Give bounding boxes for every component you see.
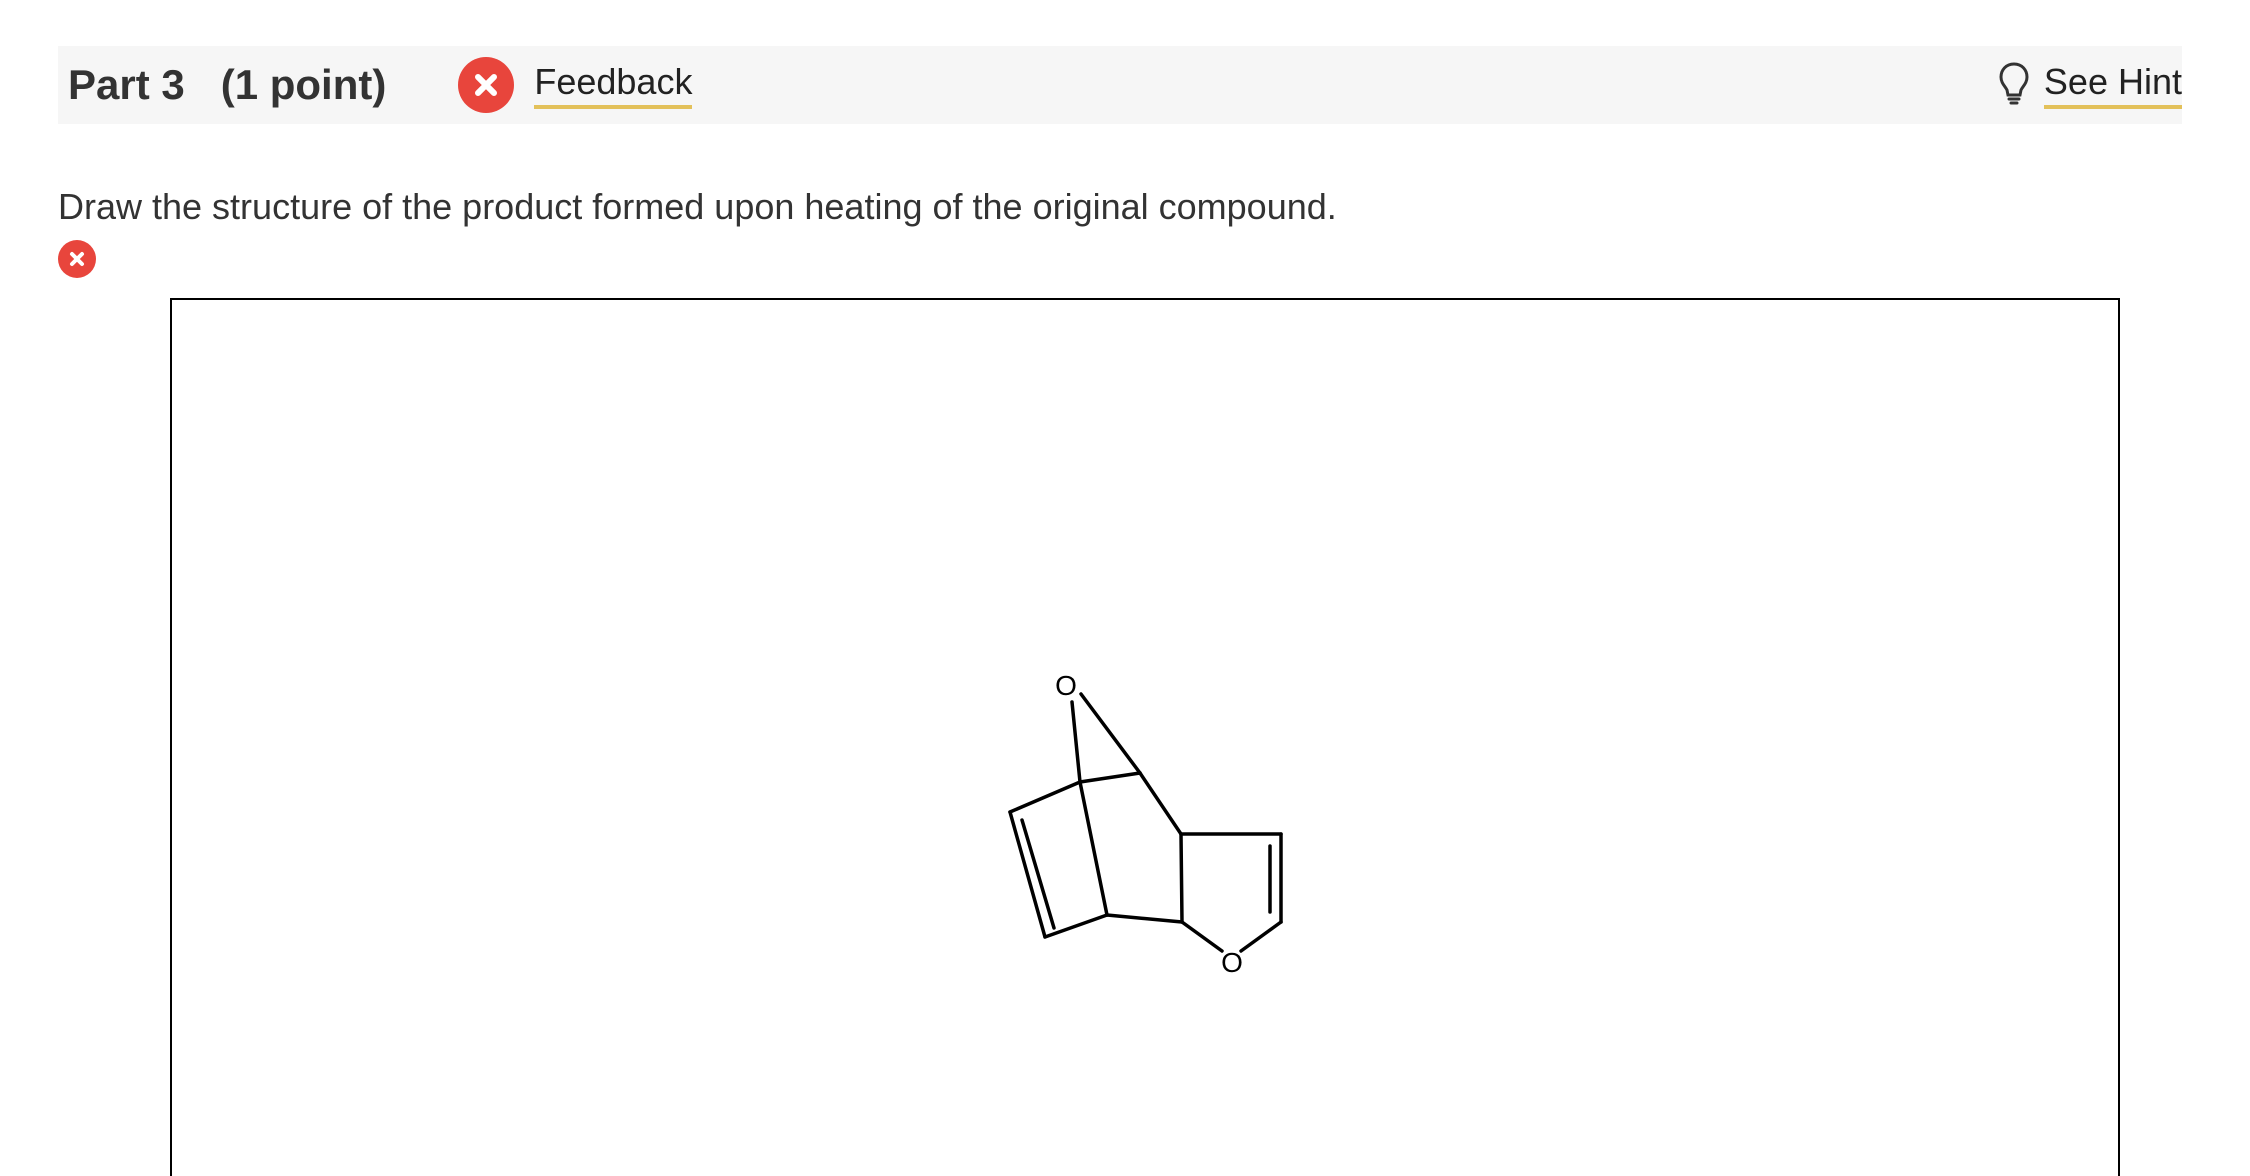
feedback-link[interactable]: Feedback	[534, 61, 693, 109]
molecule-structure: O O	[1008, 670, 1283, 978]
bond	[1070, 700, 1082, 784]
page: Part 3 (1 point) Feedback See Hint Draw …	[0, 0, 2250, 1176]
oxygen-atom-label: O	[1221, 947, 1243, 978]
lightbulb-icon	[1998, 61, 2030, 110]
bond	[1078, 780, 1109, 917]
feedback: Feedback	[458, 57, 693, 113]
bond	[1078, 771, 1142, 784]
oxygen-atom-label: O	[1055, 670, 1077, 701]
bond	[1239, 920, 1283, 953]
part-label: Part 3	[68, 61, 185, 108]
part-points: (1 point)	[220, 61, 387, 108]
bond	[1105, 913, 1184, 924]
bond	[1008, 780, 1082, 814]
bond	[1179, 832, 1184, 924]
incorrect-x-icon	[458, 57, 515, 113]
bond	[1079, 692, 1142, 775]
bond	[1180, 920, 1224, 953]
bond	[1138, 771, 1183, 836]
see-hint-link[interactable]: See Hint	[2043, 61, 2182, 109]
question-text: Draw the structure of the product formed…	[58, 186, 1337, 227]
part-header: Part 3 (1 point) Feedback See Hint	[58, 46, 2182, 124]
hint: See Hint	[1998, 61, 2182, 110]
drawing-canvas[interactable]: O O	[170, 298, 2120, 1176]
part-title: Part 3 (1 point)	[68, 61, 386, 109]
question-incorrect-icon	[58, 240, 96, 278]
